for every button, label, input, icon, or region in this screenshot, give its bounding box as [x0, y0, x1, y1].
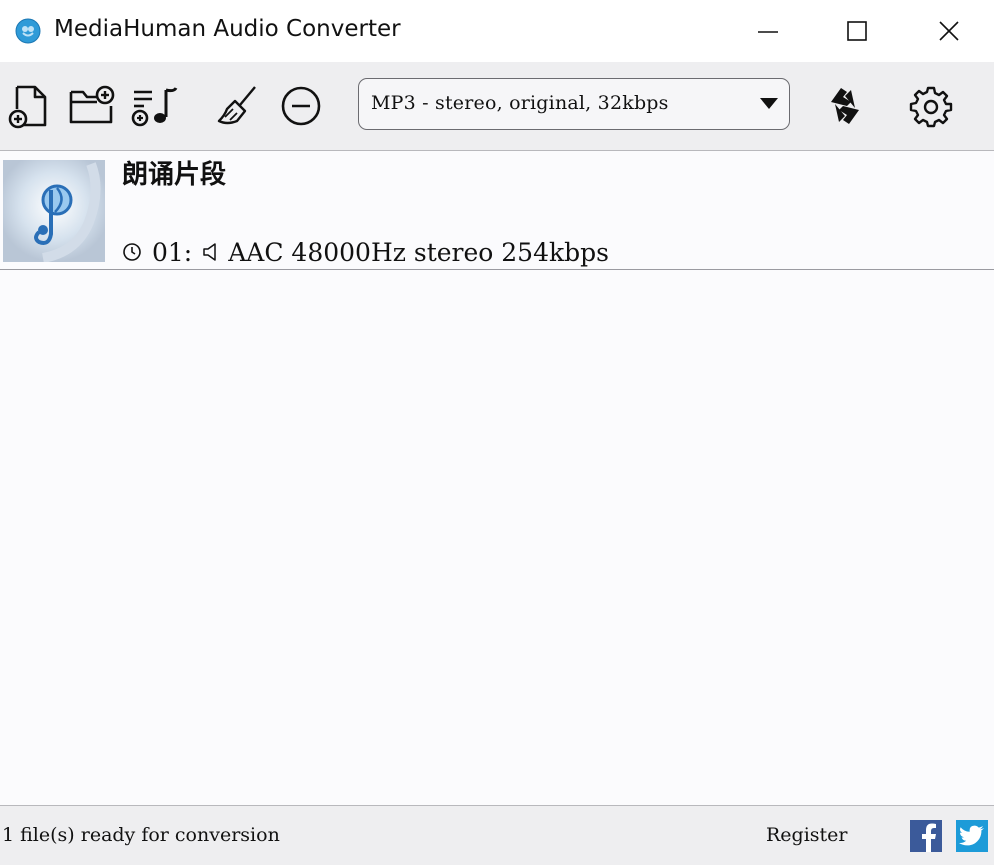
codec-info: AAC 48000Hz stereo 254kbps [228, 237, 609, 267]
status-bar: 1 file(s) ready for conversion Register [0, 805, 994, 865]
clear-list-button[interactable] [213, 82, 263, 130]
add-file-button[interactable] [4, 82, 54, 130]
maximize-icon [847, 21, 867, 41]
minimize-button[interactable] [744, 12, 792, 50]
facebook-button[interactable] [910, 820, 942, 852]
output-format-select[interactable]: MP3 - stereo, original, 32kbps [358, 78, 790, 130]
facebook-icon [922, 823, 936, 852]
broom-icon [217, 86, 256, 125]
minimize-icon [758, 31, 778, 33]
register-link[interactable]: Register [766, 824, 848, 846]
twitter-button[interactable] [956, 820, 988, 852]
convert-button[interactable] [820, 82, 870, 130]
add-file-icon [8, 85, 47, 129]
settings-button[interactable] [906, 82, 956, 130]
convert-icon [831, 88, 859, 124]
close-button[interactable] [925, 12, 973, 50]
file-list: 朗诵片段 01: AAC 48000Hz stereo 254kbps [0, 151, 994, 804]
close-icon [939, 21, 959, 41]
speaker-icon [202, 241, 218, 263]
add-itunes-playlist-icon [131, 87, 178, 127]
maximize-button[interactable] [833, 12, 881, 50]
file-name: 朗诵片段 [122, 160, 227, 190]
clock-icon [122, 242, 142, 262]
status-text: 1 file(s) ready for conversion [2, 824, 280, 846]
add-folder-icon [69, 85, 115, 124]
gear-icon [909, 86, 953, 128]
app-logo-icon [15, 18, 41, 44]
file-meta: 01: AAC 48000Hz stereo 254kbps [122, 235, 609, 269]
track-duration: 01: [152, 237, 193, 267]
music-note-icon [3, 160, 105, 263]
toolbar: MP3 - stereo, original, 32kbps [0, 62, 994, 151]
add-itunes-button[interactable] [130, 82, 180, 130]
title-bar: MediaHuman Audio Converter [0, 0, 994, 62]
album-art-thumbnail [3, 160, 105, 263]
chevron-down-icon [760, 98, 778, 109]
output-format-value: MP3 - stereo, original, 32kbps [371, 92, 669, 114]
minus-circle-icon [281, 86, 321, 126]
remove-item-button[interactable] [276, 82, 326, 130]
add-folder-button[interactable] [66, 82, 116, 130]
twitter-icon [959, 825, 984, 846]
window-title: MediaHuman Audio Converter [54, 16, 401, 42]
list-item[interactable]: 朗诵片段 01: AAC 48000Hz stereo 254kbps [0, 151, 994, 270]
